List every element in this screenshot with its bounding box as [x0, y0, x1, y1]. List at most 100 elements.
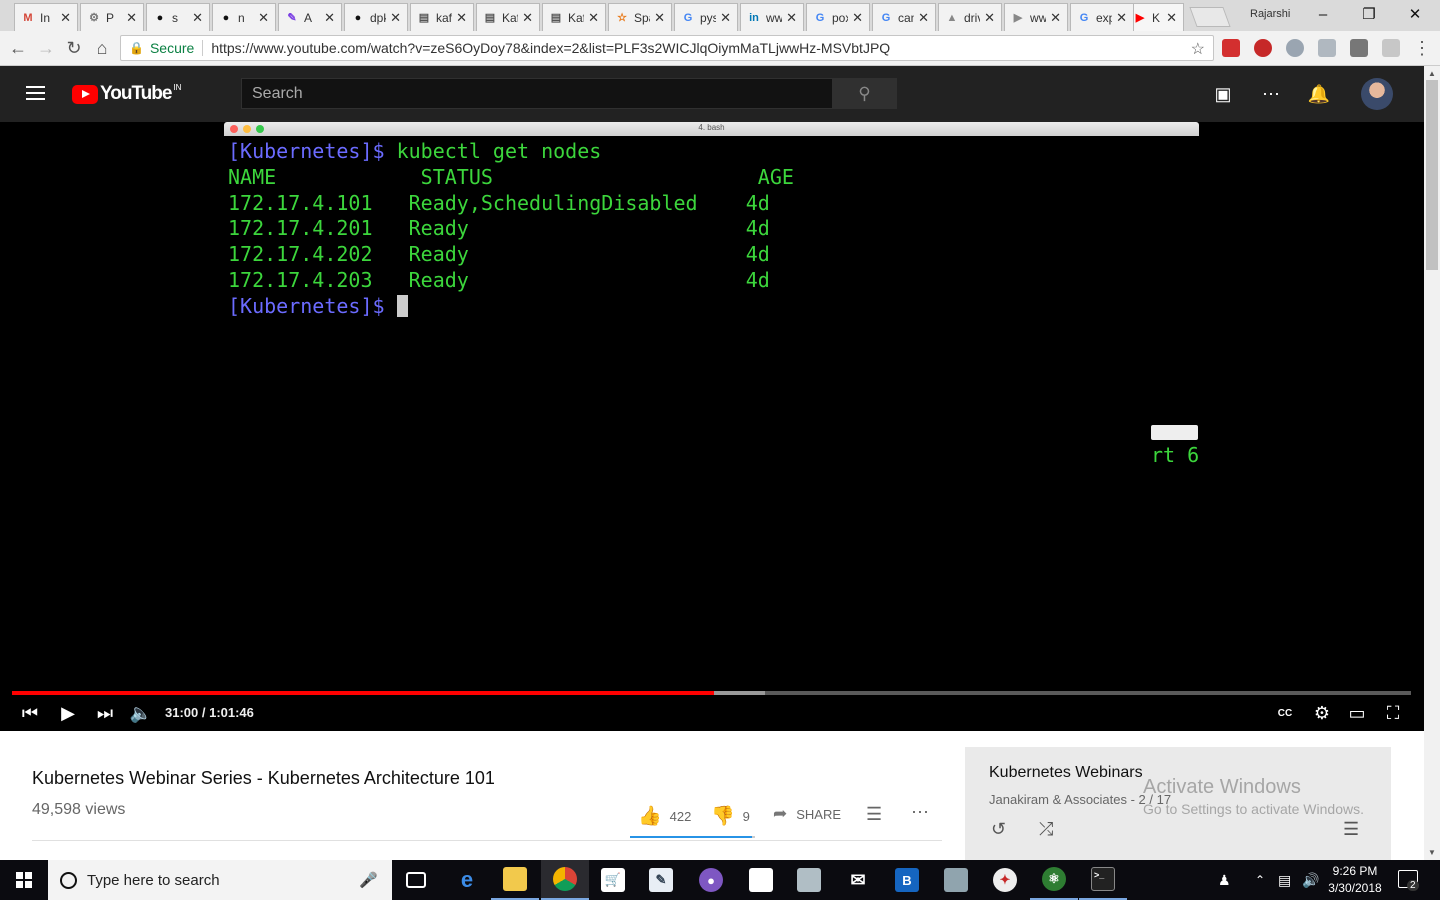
close-tab-icon[interactable]: ✕	[1050, 10, 1061, 26]
avatar[interactable]	[1361, 78, 1393, 110]
close-tab-icon[interactable]: ✕	[1166, 10, 1177, 26]
scroll-thumb[interactable]	[1426, 80, 1438, 270]
browser-tab[interactable]: ▤ Kafka ✕	[476, 3, 540, 31]
close-tab-icon[interactable]: ✕	[786, 10, 797, 26]
browser-tab[interactable]: Gpysp ✕	[674, 3, 738, 31]
address-bar[interactable]: 🔒 Secure https://www.youtube.com/watch?v…	[120, 35, 1214, 61]
file-explorer-icon[interactable]	[491, 860, 539, 900]
browser-tab[interactable]: ● dpkp ✕	[344, 3, 408, 31]
taskbar-clock[interactable]: 9:26 PM 3/30/2018	[1322, 863, 1388, 897]
browser-tab[interactable]: ▲ drive ✕	[938, 3, 1002, 31]
reload-icon[interactable]: ↻	[62, 37, 86, 59]
extension-icon[interactable]	[1286, 39, 1304, 57]
close-window-button[interactable]: ✕	[1392, 3, 1438, 25]
browser-tab[interactable]: ✎ A ✕	[278, 3, 342, 31]
microphone-icon[interactable]: 🎤	[359, 871, 378, 889]
speaker-icon[interactable]: 🔊	[1302, 860, 1319, 900]
photos-icon[interactable]	[785, 860, 833, 900]
start-button[interactable]	[0, 860, 48, 900]
close-tab-icon[interactable]: ✕	[522, 10, 533, 26]
b-app-icon[interactable]: B	[883, 860, 931, 900]
dislike-button[interactable]: 👎 9	[711, 804, 750, 828]
volume-icon[interactable]: 🔈	[129, 700, 153, 726]
browser-tab[interactable]: ▶ www ✕	[1004, 3, 1068, 31]
computer-icon[interactable]	[932, 860, 980, 900]
browser-tab[interactable]: ▤ kafka✕	[410, 3, 474, 31]
fullscreen-icon[interactable]: ⛶	[1381, 700, 1405, 726]
shuffle-icon[interactable]: ⤮	[1039, 819, 1053, 840]
maximize-button[interactable]: ❐	[1346, 3, 1392, 25]
browser-tab[interactable]: Gcann ✕	[872, 3, 936, 31]
apps-grid-icon[interactable]: ⋯	[1259, 82, 1283, 106]
close-tab-icon[interactable]: ✕	[126, 10, 137, 26]
menu-icon[interactable]	[26, 86, 45, 101]
close-tab-icon[interactable]: ✕	[720, 10, 731, 26]
scroll-up-icon[interactable]: ▲	[1424, 66, 1440, 80]
close-tab-icon[interactable]: ✕	[984, 10, 995, 26]
url-text[interactable]: https://www.youtube.com/watch?v=zeS6OyDo…	[211, 40, 890, 56]
add-to-playlist-icon[interactable]: ☰	[866, 804, 882, 825]
opera-extension-icon[interactable]	[1254, 39, 1272, 57]
atom-icon[interactable]: ⚛	[1030, 860, 1078, 900]
browser-tab[interactable]: ☆ Spar ✕	[608, 3, 672, 31]
network-icon[interactable]: ▤	[1278, 860, 1291, 900]
forward-icon[interactable]: →	[34, 37, 58, 59]
task-view-icon[interactable]	[392, 860, 440, 900]
close-tab-icon[interactable]: ✕	[852, 10, 863, 26]
browser-tab[interactable]: M In ✕	[14, 3, 78, 31]
box-extension-icon[interactable]	[1350, 39, 1368, 57]
chrome-icon[interactable]	[541, 860, 589, 900]
video-player[interactable]: 4. bash [Kubernetes]$ kubectl get nodes …	[0, 122, 1424, 731]
bookmark-star-icon[interactable]: ☆	[1191, 39, 1205, 59]
close-tab-icon[interactable]: ✕	[456, 10, 467, 26]
previous-icon[interactable]: ⏮	[18, 700, 42, 726]
browser-tab[interactable]: Gpox c ✕	[806, 3, 870, 31]
adblock-extension-icon[interactable]	[1222, 39, 1240, 57]
taskbar-search[interactable]: Type here to search 🎤	[48, 860, 392, 900]
terminal-app-icon[interactable]: >_	[1079, 860, 1127, 900]
close-tab-icon[interactable]: ✕	[258, 10, 269, 26]
settings-gear-icon[interactable]: ⚙	[1310, 700, 1334, 726]
close-tab-icon[interactable]: ✕	[918, 10, 929, 26]
upload-video-icon[interactable]: ▣	[1211, 82, 1235, 106]
browser-tab[interactable]: ▶ K ✕	[1126, 3, 1184, 31]
browser-tab[interactable]: Gexpo ✕	[1070, 3, 1134, 31]
captions-icon[interactable]: CC	[1273, 700, 1297, 726]
store-icon[interactable]: 🛒	[589, 860, 637, 900]
scroll-down-icon[interactable]: ▼	[1424, 845, 1440, 859]
sticky-notes-icon[interactable]	[737, 860, 785, 900]
loop-icon[interactable]: ↺	[991, 819, 1006, 840]
profile-name[interactable]: Rajarshi	[1250, 8, 1290, 20]
tray-chevron-icon[interactable]: ⌃	[1255, 860, 1265, 900]
drive-extension-icon[interactable]	[1382, 39, 1400, 57]
search-input[interactable]	[241, 78, 833, 109]
close-tab-icon[interactable]: ✕	[588, 10, 599, 26]
chrome-menu-icon[interactable]: ⋮	[1410, 37, 1434, 59]
close-tab-icon[interactable]: ✕	[654, 10, 665, 26]
people-icon[interactable]: ♟	[1218, 860, 1231, 900]
mail-icon[interactable]: ✉	[834, 860, 882, 900]
more-actions-icon[interactable]: ⋯	[911, 802, 929, 823]
compass-icon[interactable]: ✦	[981, 860, 1029, 900]
progress-bar[interactable]	[12, 691, 1411, 695]
minimize-button[interactable]: –	[1300, 3, 1346, 25]
browser-tab[interactable]: ⚙ P ✕	[80, 3, 144, 31]
close-tab-icon[interactable]: ✕	[390, 10, 401, 26]
browser-tab[interactable]: inwww ✕	[740, 3, 804, 31]
playlist-save-icon[interactable]: ☰	[1343, 819, 1359, 840]
close-tab-icon[interactable]: ✕	[1116, 10, 1127, 26]
close-tab-icon[interactable]: ✕	[192, 10, 203, 26]
window-extension-icon[interactable]	[1318, 39, 1336, 57]
playlist-title[interactable]: Kubernetes Webinars	[989, 764, 1143, 782]
new-tab-button[interactable]	[1189, 7, 1231, 27]
like-button[interactable]: 👍 422	[638, 804, 691, 828]
close-tab-icon[interactable]: ✕	[60, 10, 71, 26]
next-icon[interactable]: ⏭	[93, 700, 117, 726]
browser-tab[interactable]: ▤ Kafka ✕	[542, 3, 606, 31]
search-button[interactable]: ⚲	[832, 78, 897, 109]
close-tab-icon[interactable]: ✕	[324, 10, 335, 26]
share-button[interactable]: ➦ SHARE	[773, 804, 841, 824]
notifications-bell-icon[interactable]: 🔔	[1307, 82, 1331, 106]
edge-icon[interactable]: e	[443, 860, 491, 900]
browser-tab[interactable]: ● s ✕	[146, 3, 210, 31]
